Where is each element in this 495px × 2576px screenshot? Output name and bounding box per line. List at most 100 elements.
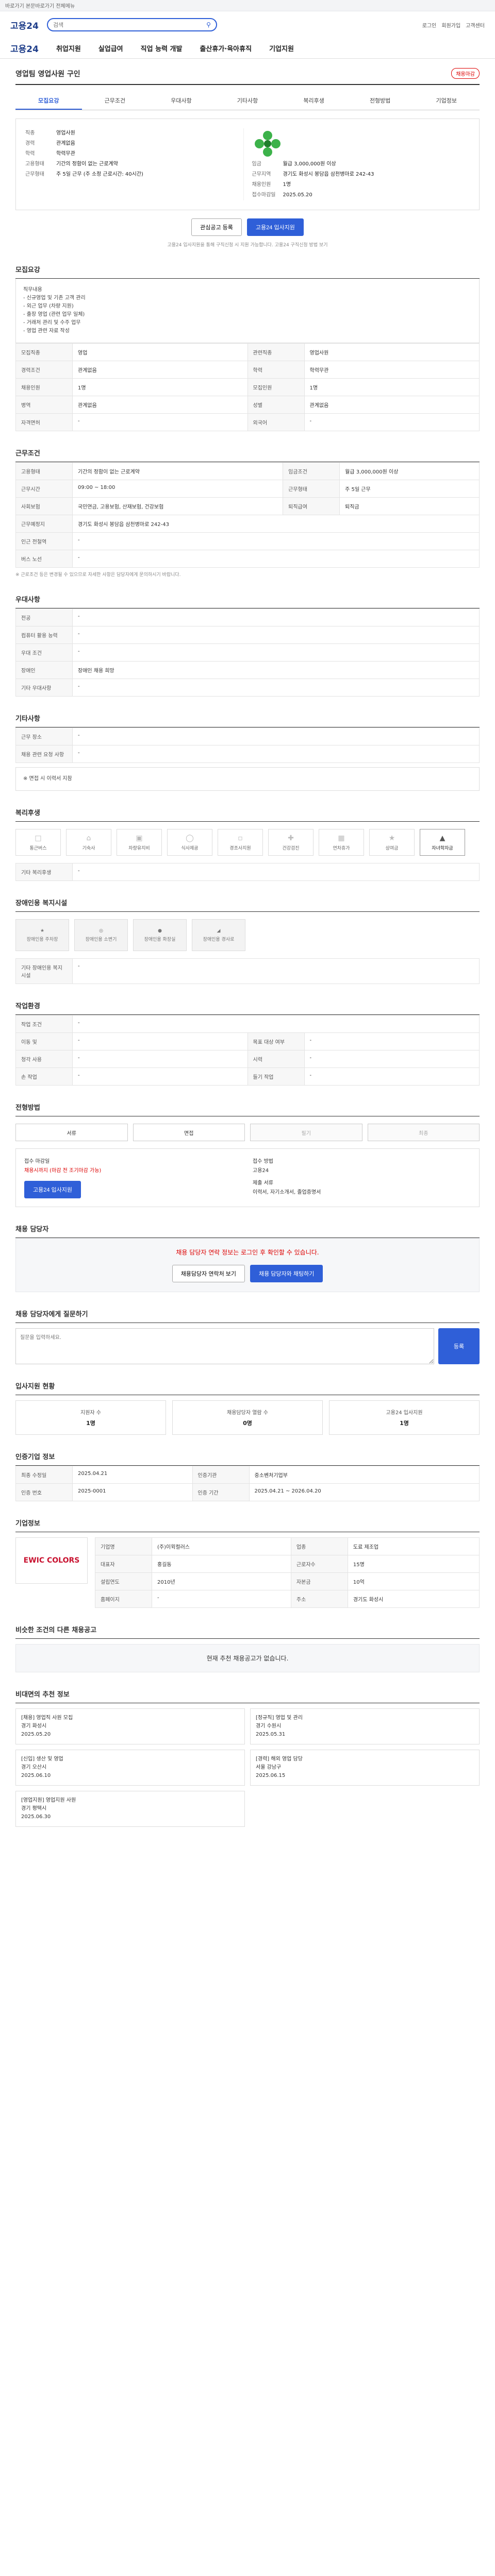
welfare-item: □ 통근버스 [15,829,61,856]
toilet-icon: ● [158,928,162,934]
company-logo-ewic: EWIC COLORS [15,1537,88,1584]
nav-item-unemployment[interactable]: 실업급여 [98,43,123,53]
restroom-icon: ◎ [99,928,103,934]
welfare-label: 건강검진 [282,845,300,851]
cell-h: 채용 관련 요청 사항 [15,745,73,763]
cell: - [72,413,248,431]
card-date: 2025.06.10 [21,1773,51,1778]
welfare-label: 상여금 [385,845,399,851]
company-logo [252,128,283,159]
signup-link[interactable]: 회원가입 [441,21,460,29]
desc-line: - 거래처 관리 및 수주 업무 [23,320,81,326]
cell-h: 경력조건 [15,361,73,379]
welfare-label: 기숙사 [82,845,95,851]
nav-item-training[interactable]: 직업 능력 개발 [141,43,183,53]
tab-preferred[interactable]: 우대사항 [148,92,214,110]
recommend-card[interactable]: [경력] 해외 영업 담당 서울 강남구 2025.06.15 [250,1750,480,1786]
recommend-card[interactable]: [신입] 생산 및 영업 경기 오산시 2025.06.10 [15,1750,245,1786]
nav-logo[interactable]: 고용24 [10,42,39,55]
step-document: 서류 [15,1124,128,1141]
search-input[interactable] [53,21,207,28]
help-link[interactable]: 고객센터 [466,21,485,29]
tab-conditions[interactable]: 근무조건 [82,92,148,110]
cell-h: 기타 복리후생 [15,863,73,881]
section-title: 모집요강 [15,264,480,279]
facility-label: 장애인용 소변기 [85,937,117,942]
stat: 채용담당자 열람 수 0명 [172,1400,323,1435]
card-title: [정규직] 영업 및 관리 [256,1715,303,1721]
section-title: 채용 담당자에게 질문하기 [15,1309,480,1323]
welfare-item: ◯ 식사제공 [167,829,212,856]
question-submit-button[interactable]: 등록 [438,1328,480,1364]
nav-item-company[interactable]: 기업지원 [269,43,294,53]
tab-etc[interactable]: 기타사항 [214,92,281,110]
cell-h: 우대 조건 [15,643,73,662]
view-contact-button[interactable]: 채용담당자 연락처 보기 [172,1265,245,1282]
step-written: 필기 [250,1124,362,1141]
apply-col: 접수 방법 고용24 제출 서류 이력서, 자기소개서, 졸업증명서 [253,1157,471,1198]
sum-val: 학력무관 [56,151,75,157]
cell: 학력무관 [304,361,480,379]
favorite-button[interactable]: 관심공고 등록 [191,218,242,236]
bonus-icon: ★ [388,834,395,842]
sum-key: 학력 [25,151,35,157]
summary-left: 직종 영업사원 경력 관계없음 학력 학력무관 고용형태 기간의 정함이 없는 근로계약… [25,128,243,200]
apply-button-2[interactable]: 고용24 입사지원 [24,1181,81,1198]
cell-h: 최종 수정일 [15,1466,73,1484]
nav-item-leave[interactable]: 출산휴가·육아휴직 [200,43,252,53]
question-textarea[interactable] [15,1328,434,1364]
apply-button[interactable]: 고용24 입사지원 [246,218,304,236]
search-icon[interactable]: ⚲ [206,21,211,28]
recommend-card[interactable]: [채용] 영업직 사원 모집 경기 화성시 2025.05.20 [15,1708,245,1744]
facility-label: 장애인용 화장실 [144,937,176,942]
cell: - [72,643,480,662]
etc-text: ※ 면접 시 이력서 지참 [15,767,480,791]
sum-val: 월급 3,000,000원 이상 [283,161,336,167]
section-title: 복리후생 [15,807,480,822]
chat-button[interactable]: 채용 담당자와 채팅하기 [250,1265,323,1282]
page-title: 영업팀 영업사원 구인 [15,70,80,78]
desc-line: - 외근 업무 (차량 지원) [23,303,74,309]
label: 제출 서류 [253,1180,273,1186]
welfare-item: ✚ 건강검진 [268,829,314,856]
tab-recruit[interactable]: 모집요강 [15,92,82,110]
section-title: 우대사항 [15,594,480,608]
cell: - [72,745,480,763]
tab-screening[interactable]: 전형방법 [347,92,414,110]
stat-value: 1명 [86,1420,95,1427]
sum-key: 근무지역 [252,172,271,177]
login-link[interactable]: 로그인 [422,21,437,29]
section-title: 인증기업 정보 [15,1451,480,1466]
facility-item: ◢ 장애인용 경사로 [192,919,245,951]
stat-value: 1명 [400,1420,409,1427]
recommend-card[interactable]: [정규직] 영업 및 관리 경기 수원시 2025.05.31 [250,1708,480,1744]
recommend-card[interactable]: [영업지원] 영업지원 사원 경기 평택시 2025.06.30 [15,1791,245,1827]
desc-line: 직무내용 [23,287,42,293]
value: 채용시까지 (마감 전 조기마감 가능) [24,1168,102,1174]
tab-welfare[interactable]: 복리후생 [280,92,347,110]
cell-h: 인근 전철역 [15,532,73,550]
nav-item-job[interactable]: 취업지원 [56,43,81,53]
section-question: 채용 담당자에게 질문하기 등록 [15,1309,480,1364]
cell: 도료 제조업 [347,1537,480,1555]
skip-text: 바로가기 본문바로가기 전체메뉴 [5,4,75,9]
section-title: 장애인용 복지시설 [15,897,480,912]
cell-h: 대표자 [95,1555,152,1573]
cell: 기간의 정함이 없는 근로계약 [72,462,284,480]
label: 접수 마감일 [24,1159,50,1164]
card-loc: 경기 화성시 [21,1723,47,1729]
cell: - [72,958,480,984]
logo[interactable]: 고용24 [10,19,39,31]
cell: - [72,1015,480,1033]
welfare-label: 연차휴가 [333,845,350,851]
section-title: 비슷한 조건의 다른 채용공고 [15,1624,480,1639]
action-row: 관심공고 등록 고용24 입사지원 [15,218,480,236]
cell: 관계없음 [304,396,480,414]
cell: 2025.04.21 [72,1466,193,1484]
welfare-table: 기타 복리후생 - [15,863,480,881]
meal-icon: ◯ [186,834,194,842]
cell: - [72,1032,248,1050]
certified-table: 최종 수정일 2025.04.21 인증기관 중소벤처기업부 인증 번호 2025-00… [15,1466,480,1501]
tab-company[interactable]: 기업정보 [413,92,480,110]
welfare-item: ▣ 차량유지비 [117,829,162,856]
